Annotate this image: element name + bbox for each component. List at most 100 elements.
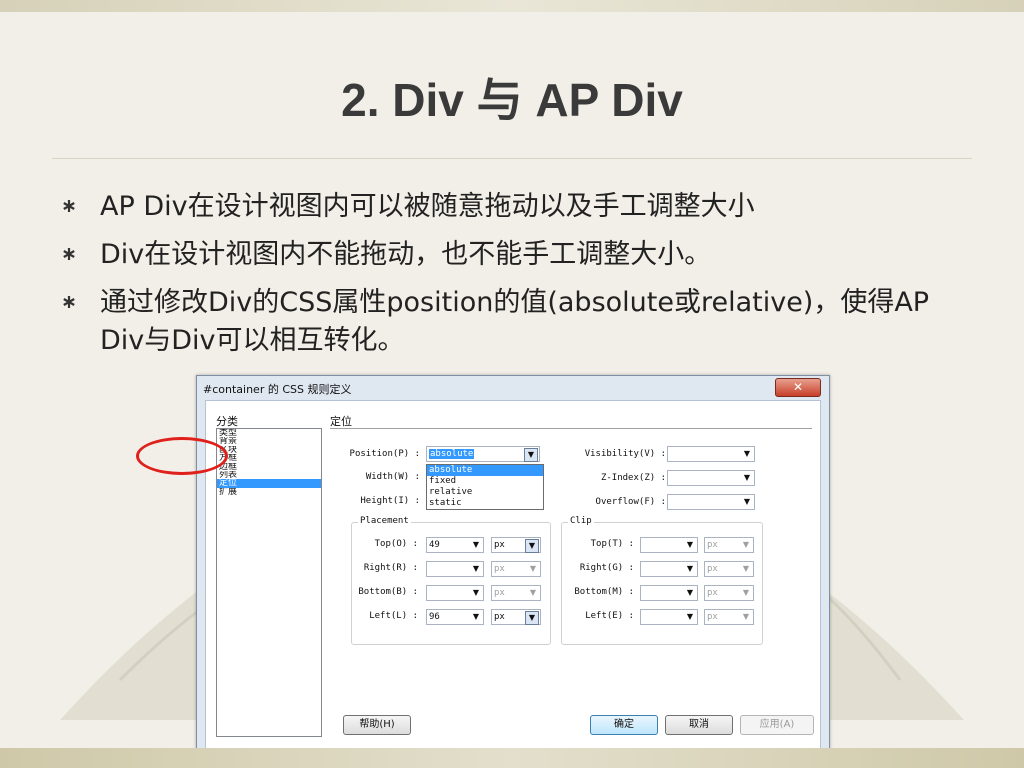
ok-button[interactable]: 确定 — [590, 715, 658, 735]
chevron-down-icon: ▼ — [686, 540, 694, 549]
placement-right-unit[interactable]: px ▼ — [491, 561, 541, 577]
clip-right-unit[interactable]: px ▼ — [704, 561, 754, 577]
category-item-block[interactable]: 区块 — [217, 446, 321, 454]
zindex-label: Z-Index(Z) : — [600, 473, 666, 483]
overflow-label: Overflow(F) : — [595, 497, 666, 507]
clip-top-input[interactable]: ▼ — [640, 537, 698, 553]
placement-bottom-unit[interactable]: px ▼ — [491, 585, 541, 601]
visibility-label: Visibility(V) : — [584, 449, 666, 459]
placement-top-input[interactable]: 49 ▼ — [426, 537, 484, 553]
unit-value: px — [494, 564, 505, 574]
chevron-down-icon: ▼ — [524, 448, 538, 462]
position-label: Position(P) : — [349, 449, 420, 459]
placement-right-input[interactable]: ▼ — [426, 561, 484, 577]
cancel-button[interactable]: 取消 — [665, 715, 733, 735]
bullet-text: AP Div在设计视图内可以被随意拖动以及手工调整大小 — [100, 191, 755, 222]
dropdown-option-relative[interactable]: relative — [427, 487, 543, 498]
category-item-border[interactable]: 边框 — [217, 463, 321, 471]
asterisk-bullet-icon — [63, 248, 75, 260]
chevron-down-icon: ▼ — [742, 540, 750, 549]
placement-group: Placement Top(O) : 49 ▼ px ▼ Right(R) : … — [351, 516, 551, 645]
chevron-down-icon: ▼ — [743, 449, 751, 458]
placement-left-label: Left(L) : — [369, 611, 418, 621]
chevron-down-icon: ▼ — [686, 612, 694, 621]
chevron-down-icon: ▼ — [525, 611, 539, 625]
top-decor-band — [0, 0, 1024, 12]
zindex-select[interactable]: ▼ — [667, 470, 755, 486]
dropdown-option-absolute[interactable]: absolute — [427, 465, 543, 476]
chevron-down-icon: ▼ — [686, 588, 694, 597]
unit-value: px — [707, 588, 718, 598]
position-select[interactable]: absolute ▼ — [426, 446, 540, 462]
unit-value: px — [707, 540, 718, 550]
chevron-down-icon: ▼ — [742, 588, 750, 597]
clip-top-unit[interactable]: px ▼ — [704, 537, 754, 553]
placement-bottom-label: Bottom(B) : — [358, 587, 418, 597]
placement-bottom-input[interactable]: ▼ — [426, 585, 484, 601]
bullet-list: AP Div在设计视图内可以被随意拖动以及手工调整大小 Div在设计视图内不能拖… — [62, 188, 962, 370]
clip-bottom-unit[interactable]: px ▼ — [704, 585, 754, 601]
chevron-down-icon: ▼ — [472, 540, 480, 549]
dialog-body: 分类 类型 背景 区块 方框 边框 列表 定位 扩展 定位 Position(P… — [205, 400, 821, 750]
bullet-item: 通过修改Div的CSS属性position的值(absolute或relativ… — [62, 284, 962, 360]
category-item-background[interactable]: 背景 — [217, 437, 321, 445]
bottom-decor-band — [0, 748, 1024, 768]
overflow-select[interactable]: ▼ — [667, 494, 755, 510]
category-item-list[interactable]: 列表 — [217, 471, 321, 479]
position-value: absolute — [429, 449, 475, 459]
apply-button[interactable]: 应用(A) — [740, 715, 814, 735]
category-header: 分类 — [216, 415, 238, 428]
section-divider — [330, 428, 812, 429]
category-item-extensions[interactable]: 扩展 — [217, 488, 321, 496]
dialog-title: #container 的 CSS 规则定义 — [203, 383, 352, 396]
clip-left-label: Left(E) : — [585, 611, 634, 621]
placement-left-value: 96 — [429, 612, 440, 622]
clip-right-label: Right(G) : — [579, 563, 634, 573]
clip-group: Clip Top(T) : ▼ px ▼ Right(G) : ▼ px ▼ B… — [561, 516, 763, 645]
clip-bottom-label: Bottom(M) : — [574, 587, 634, 597]
unit-value: px — [707, 564, 718, 574]
dropdown-option-fixed[interactable]: fixed — [427, 476, 543, 487]
clip-right-input[interactable]: ▼ — [640, 561, 698, 577]
visibility-select[interactable]: ▼ — [667, 446, 755, 462]
chevron-down-icon: ▼ — [472, 612, 480, 621]
clip-legend: Clip — [568, 516, 594, 526]
chevron-down-icon: ▼ — [525, 539, 539, 553]
category-item-box[interactable]: 方框 — [217, 454, 321, 462]
chevron-down-icon: ▼ — [743, 473, 751, 482]
section-title: 定位 — [330, 415, 352, 428]
asterisk-bullet-icon — [63, 200, 75, 212]
chevron-down-icon: ▼ — [742, 612, 750, 621]
clip-left-input[interactable]: ▼ — [640, 609, 698, 625]
unit-value: px — [494, 612, 505, 622]
unit-value: px — [494, 540, 505, 550]
position-dropdown-list: absolute fixed relative static — [426, 464, 544, 510]
height-label: Height(I) : — [360, 496, 420, 506]
title-divider — [52, 158, 972, 159]
close-button[interactable]: ✕ — [775, 378, 821, 397]
clip-top-label: Top(T) : — [590, 539, 634, 549]
category-item-type[interactable]: 类型 — [217, 429, 321, 437]
placement-legend: Placement — [358, 516, 411, 526]
chevron-down-icon: ▼ — [472, 588, 480, 597]
bullet-text: Div在设计视图内不能拖动，也不能手工调整大小。 — [100, 239, 712, 270]
highlight-circle — [136, 437, 228, 475]
placement-left-input[interactable]: 96 ▼ — [426, 609, 484, 625]
clip-left-unit[interactable]: px ▼ — [704, 609, 754, 625]
chevron-down-icon: ▼ — [529, 564, 537, 573]
chevron-down-icon: ▼ — [742, 564, 750, 573]
placement-left-unit[interactable]: px ▼ — [491, 609, 541, 625]
clip-bottom-input[interactable]: ▼ — [640, 585, 698, 601]
chevron-down-icon: ▼ — [529, 588, 537, 597]
chevron-down-icon: ▼ — [743, 497, 751, 506]
category-item-positioning[interactable]: 定位 — [217, 479, 321, 488]
bullet-text: 通过修改Div的CSS属性position的值(absolute或relativ… — [100, 287, 930, 356]
slide-title: 2. Div 与 AP Div — [341, 74, 683, 126]
bullet-item: Div在设计视图内不能拖动，也不能手工调整大小。 — [62, 236, 962, 274]
unit-value: px — [707, 612, 718, 622]
help-button[interactable]: 帮助(H) — [343, 715, 411, 735]
placement-top-unit[interactable]: px ▼ — [491, 537, 541, 553]
dropdown-option-static[interactable]: static — [427, 498, 543, 509]
placement-top-value: 49 — [429, 540, 440, 550]
asterisk-bullet-icon — [63, 296, 75, 308]
